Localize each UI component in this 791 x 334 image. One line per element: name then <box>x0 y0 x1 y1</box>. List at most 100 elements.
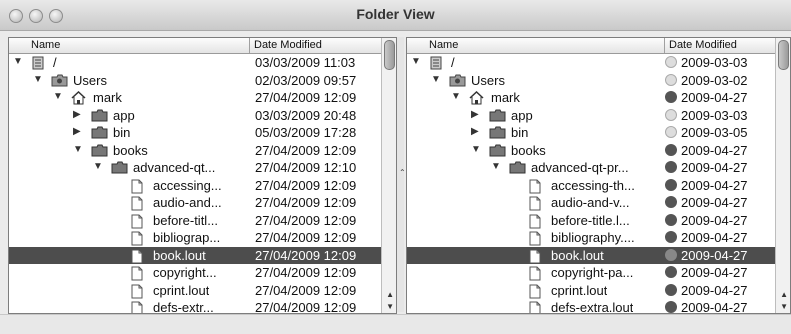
triangle-down-icon[interactable]: ▼ <box>451 91 461 102</box>
left-row-name: books <box>113 142 148 158</box>
left-scroll-thumb[interactable] <box>384 40 395 70</box>
right-row-date: 2009-04-27 <box>681 282 748 298</box>
triangle-down-icon[interactable]: ▼ <box>491 161 501 172</box>
left-tree-row[interactable]: ▶ bin 05/03/2009 17:28 <box>9 124 382 142</box>
right-tree-row[interactable]: ▶ bin 2009-03-05 <box>407 124 776 142</box>
triangle-down-icon[interactable]: ▼ <box>93 161 103 172</box>
right-rows: ▼ / 2009-03-03 ▼ Users 2009-03-02 ▼ mark 2009-04… <box>407 54 776 313</box>
triangle-down-icon[interactable]: ▼ <box>53 91 63 102</box>
users-folder-icon <box>449 74 466 87</box>
right-row-name: advanced-qt-pr... <box>531 160 629 175</box>
clock-icon <box>665 266 677 278</box>
right-row-name: / <box>451 55 455 70</box>
left-row-name: book.lout <box>153 247 206 263</box>
right-tree-row[interactable]: copyright-pa... 2009-04-27 <box>407 264 776 282</box>
right-row-date: 2009-04-27 <box>681 90 748 105</box>
right-row-date: 2009-04-27 <box>681 142 748 158</box>
right-tree-row[interactable]: cprint.lout 2009-04-27 <box>407 282 776 300</box>
left-tree-row[interactable]: bibliograp... 27/04/2009 12:09 <box>9 229 382 247</box>
left-row-date: 27/04/2009 12:09 <box>255 177 357 193</box>
document-icon <box>529 214 541 229</box>
right-tree-row[interactable]: ▶ app 2009-03-03 <box>407 107 776 125</box>
triangle-down-icon[interactable]: ▼ <box>33 74 43 85</box>
triangle-right-icon[interactable]: ▶ <box>471 126 479 137</box>
triangle-right-icon[interactable]: ▶ <box>73 126 81 137</box>
left-row-date: 02/03/2009 09:57 <box>255 72 357 88</box>
left-tree-row[interactable]: ▼ / 03/03/2009 11:03 <box>9 54 382 72</box>
right-tree-row[interactable]: book.lout 2009-04-27 <box>407 246 776 264</box>
clock-icon <box>665 108 677 121</box>
left-scroll-up-arrow-icon[interactable]: ▲ <box>386 290 394 299</box>
left-scrollbar[interactable]: ▲ ▼ <box>381 38 396 313</box>
right-row-date: 2009-04-27 <box>681 265 748 280</box>
right-tree-row[interactable]: ▼ advanced-qt-pr... 2009-04-27 <box>407 159 776 177</box>
left-tree-row[interactable]: defs-extr... 27/04/2009 12:09 <box>9 299 382 314</box>
document-icon <box>131 179 143 194</box>
home-icon <box>469 91 484 105</box>
folder-icon <box>489 144 506 157</box>
folder-icon <box>489 126 506 139</box>
left-tree-row[interactable]: before-titl... 27/04/2009 12:09 <box>9 212 382 230</box>
right-tree-view[interactable]: Name Date Modified ▼ / 2009-03-03 ▼ Users 200… <box>406 37 791 314</box>
right-tree-row[interactable]: ▼ / 2009-03-03 <box>407 54 776 72</box>
left-date-header[interactable]: Date Modified <box>254 39 322 51</box>
right-tree-row[interactable]: before-title.l... 2009-04-27 <box>407 212 776 230</box>
clock-icon <box>665 231 677 243</box>
right-tree-row[interactable]: accessing-th... 2009-04-27 <box>407 177 776 195</box>
document-icon <box>529 284 541 299</box>
clock-icon <box>665 126 677 138</box>
left-row-name: defs-extr... <box>153 300 214 314</box>
left-row-date: 27/04/2009 12:09 <box>255 195 357 210</box>
document-icon <box>131 266 143 281</box>
right-tree-row[interactable]: ▼ mark 2009-04-27 <box>407 89 776 107</box>
left-tree-row[interactable]: accessing... 27/04/2009 12:09 <box>9 177 382 195</box>
right-scroll-down-arrow-icon[interactable]: ▼ <box>780 302 788 311</box>
left-tree-row[interactable]: cprint.lout 27/04/2009 12:09 <box>9 282 382 300</box>
folder-view-window: Folder View Name Date Modified ▼ / 03/03/2… <box>0 0 791 334</box>
left-tree-row[interactable]: audio-and... 27/04/2009 12:09 <box>9 194 382 212</box>
left-tree-row[interactable]: ▼ Users 02/03/2009 09:57 <box>9 72 382 90</box>
left-row-date: 27/04/2009 12:09 <box>255 90 357 105</box>
right-row-date: 2009-03-03 <box>681 107 748 123</box>
left-row-name: app <box>113 107 135 123</box>
left-row-date: 27/04/2009 12:09 <box>255 247 357 263</box>
triangle-down-icon[interactable]: ▼ <box>13 56 23 67</box>
splitter-grip-icon[interactable]: ⌃ <box>399 168 406 177</box>
left-tree-row[interactable]: ▼ mark 27/04/2009 12:09 <box>9 89 382 107</box>
triangle-down-icon[interactable]: ▼ <box>431 74 441 85</box>
right-tree-row[interactable]: ▼ Users 2009-03-02 <box>407 72 776 90</box>
right-tree-row[interactable]: audio-and-v... 2009-04-27 <box>407 194 776 212</box>
left-tree-row[interactable]: copyright... 27/04/2009 12:09 <box>9 264 382 282</box>
right-tree-row[interactable]: defs-extra.lout 2009-04-27 <box>407 299 776 313</box>
triangle-right-icon[interactable]: ▶ <box>73 109 81 120</box>
left-name-header[interactable]: Name <box>31 39 60 51</box>
window-title: Folder View <box>356 6 435 22</box>
right-row-date: 2009-03-02 <box>681 72 748 88</box>
left-row-date: 27/04/2009 12:09 <box>255 282 357 298</box>
right-row-name: app <box>511 107 533 123</box>
folder-icon <box>509 161 526 174</box>
right-tree-row[interactable]: bibliography.... 2009-04-27 <box>407 229 776 247</box>
home-icon <box>71 91 86 105</box>
left-scroll-down-arrow-icon[interactable]: ▼ <box>386 302 394 311</box>
left-tree-row[interactable]: ▶ app 03/03/2009 20:48 <box>9 107 382 125</box>
left-tree-row[interactable]: book.lout 27/04/2009 12:09 <box>9 246 382 264</box>
folder-icon <box>91 126 108 139</box>
clock-icon <box>665 56 677 68</box>
triangle-right-icon[interactable]: ▶ <box>471 109 479 120</box>
clock-icon <box>665 283 677 296</box>
right-date-header[interactable]: Date Modified <box>669 39 737 51</box>
left-tree-view[interactable]: Name Date Modified ▼ / 03/03/2009 11:03 ▼ Us… <box>8 37 397 314</box>
right-scroll-thumb[interactable] <box>778 40 789 70</box>
left-tree-row[interactable]: ▼ books 27/04/2009 12:09 <box>9 142 382 160</box>
left-row-name: before-titl... <box>153 212 219 228</box>
triangle-down-icon[interactable]: ▼ <box>411 56 421 67</box>
right-name-header[interactable]: Name <box>429 39 458 51</box>
right-tree-row[interactable]: ▼ books 2009-04-27 <box>407 142 776 160</box>
triangle-down-icon[interactable]: ▼ <box>73 144 83 155</box>
left-tree-row[interactable]: ▼ advanced-qt... 27/04/2009 12:10 <box>9 159 382 177</box>
right-scrollbar[interactable]: ▲ ▼ <box>775 38 790 313</box>
right-scroll-up-arrow-icon[interactable]: ▲ <box>780 290 788 299</box>
right-row-name: books <box>511 142 546 158</box>
triangle-down-icon[interactable]: ▼ <box>471 144 481 155</box>
